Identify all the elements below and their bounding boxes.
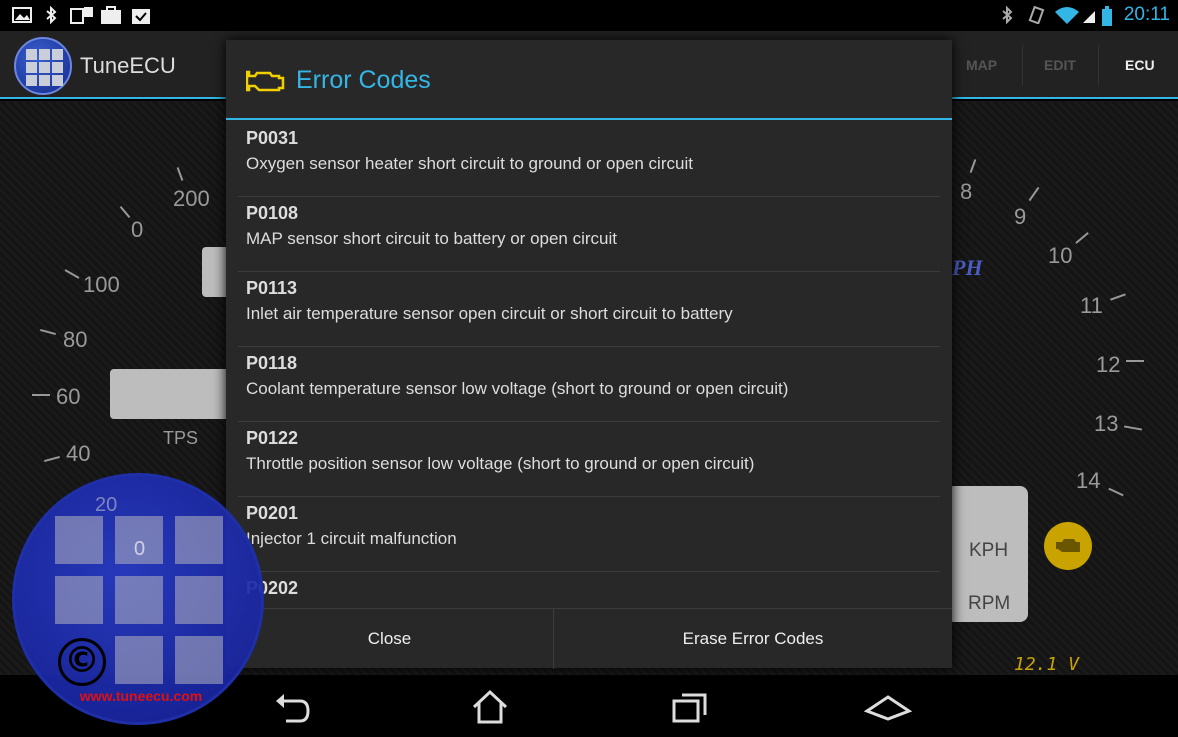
copyright-icon: © <box>58 638 106 686</box>
error-row[interactable]: P0113 Inlet air temperature sensor open … <box>238 272 940 347</box>
gauge-label: 12 <box>1096 352 1121 377</box>
tps-label: TPS <box>163 428 199 448</box>
error-codes-dialog: Error Codes P0031 Oxygen sensor heater s… <box>226 40 952 669</box>
error-description: Injector 1 circuit malfunction <box>246 529 457 548</box>
gauge-tick <box>1028 186 1040 202</box>
gauge-tick <box>40 328 56 336</box>
error-code: P0031 <box>246 128 299 148</box>
gauge-label: 8 <box>960 179 973 204</box>
tab-map[interactable]: MAP <box>966 57 997 73</box>
error-code: P0108 <box>246 203 299 223</box>
gauge-tick <box>176 167 184 181</box>
gauge-tick <box>1110 293 1126 301</box>
recent-apps-icon[interactable] <box>670 689 710 729</box>
tab-divider <box>1098 45 1099 85</box>
tab-divider <box>1022 45 1023 85</box>
no-sim-icon <box>1081 6 1097 24</box>
dialog-footer: Close Erase Error Codes <box>226 608 952 669</box>
gauge-label: 100 <box>83 272 120 297</box>
gauge-tick <box>44 455 60 463</box>
error-description: Inlet air temperature sensor open circui… <box>246 304 733 323</box>
wifi-icon <box>1054 6 1080 24</box>
gauge-label: 14 <box>1076 468 1101 493</box>
tps-display <box>110 369 230 419</box>
error-description: Coolant temperature sensor low voltage (… <box>246 379 789 398</box>
speed-unit-label: PH <box>952 255 983 280</box>
bluetooth-icon <box>1000 5 1014 25</box>
bluetooth-icon <box>44 5 58 25</box>
gauge-label: 0 <box>134 538 146 560</box>
gauge-label: 9 <box>1014 204 1027 229</box>
rpm-label: RPM <box>968 593 1011 614</box>
gauge-label: 0 <box>131 217 144 242</box>
clock: 20:11 <box>1123 4 1170 25</box>
voltage-readout: 12.1 V <box>1014 654 1080 675</box>
gauge-tick <box>1108 487 1124 497</box>
sim-toolkit-icon <box>70 6 94 24</box>
error-code: P0118 <box>246 353 298 373</box>
error-description: Throttle position sensor low voltage (sh… <box>246 454 755 473</box>
menu-up-icon[interactable] <box>863 689 913 729</box>
error-code: P0113 <box>246 278 298 298</box>
gauge-label: 20 <box>95 494 118 516</box>
dialog-header: Error Codes <box>226 40 952 120</box>
gauge-tick <box>1126 360 1144 362</box>
gauge-tick <box>119 205 131 219</box>
error-description: MAP sensor short circuit to battery or o… <box>246 229 618 248</box>
kph-label: KPH <box>969 540 1009 561</box>
tuneecu-watermark: © www.tuneecu.com 20 0 <box>12 473 264 725</box>
close-button[interactable]: Close <box>226 609 553 669</box>
gauge-label: 11 <box>1080 293 1103 318</box>
clipboard-check-icon <box>130 6 152 24</box>
erase-error-codes-button[interactable]: Erase Error Codes <box>554 609 952 669</box>
vibrate-icon <box>1026 5 1046 25</box>
error-row[interactable]: P0201 Injector 1 circuit malfunction <box>238 497 940 572</box>
battery-icon <box>1101 6 1113 26</box>
gauge-tick <box>32 394 50 396</box>
gauge-label: 60 <box>56 384 81 409</box>
briefcase-icon <box>100 6 122 24</box>
error-row[interactable]: P0118 Coolant temperature sensor low vol… <box>238 347 940 422</box>
error-description: Oxygen sensor heater short circuit to gr… <box>246 154 693 173</box>
back-icon[interactable] <box>272 689 312 729</box>
gauge-tick <box>64 269 80 279</box>
error-row[interactable]: P0108 MAP sensor short circuit to batter… <box>238 197 940 272</box>
gauge-tick <box>1075 232 1089 244</box>
gauge-label: 10 <box>1048 243 1073 268</box>
home-icon[interactable] <box>470 689 510 729</box>
gauge-tick <box>969 159 977 173</box>
gauge-label: 200 <box>173 186 210 211</box>
tab-ecu[interactable]: ECU <box>1125 57 1155 73</box>
image-icon <box>12 6 32 24</box>
gauge-label: 40 <box>66 441 91 466</box>
watermark-url: www.tuneecu.com <box>79 688 203 704</box>
gauge-label: 80 <box>63 327 88 352</box>
status-bar: 20:11 <box>0 0 1178 31</box>
error-code: P0201 <box>246 503 299 523</box>
check-engine-icon <box>1044 522 1092 570</box>
error-code-list[interactable]: P0031 Oxygen sensor heater short circuit… <box>226 122 952 608</box>
tab-edit[interactable]: EDIT <box>1044 57 1076 73</box>
app-title: TuneECU <box>80 53 176 78</box>
error-code: P0122 <box>246 428 299 448</box>
gauge-tick <box>1123 425 1143 431</box>
error-row[interactable]: P0202 <box>238 572 940 608</box>
app-icon[interactable] <box>14 37 72 95</box>
error-row[interactable]: P0031 Oxygen sensor heater short circuit… <box>238 122 940 197</box>
error-row[interactable]: P0122 Throttle position sensor low volta… <box>238 422 940 497</box>
gauge-label: 13 <box>1094 411 1119 436</box>
engine-icon <box>245 66 286 98</box>
dialog-title: Error Codes <box>296 66 431 94</box>
